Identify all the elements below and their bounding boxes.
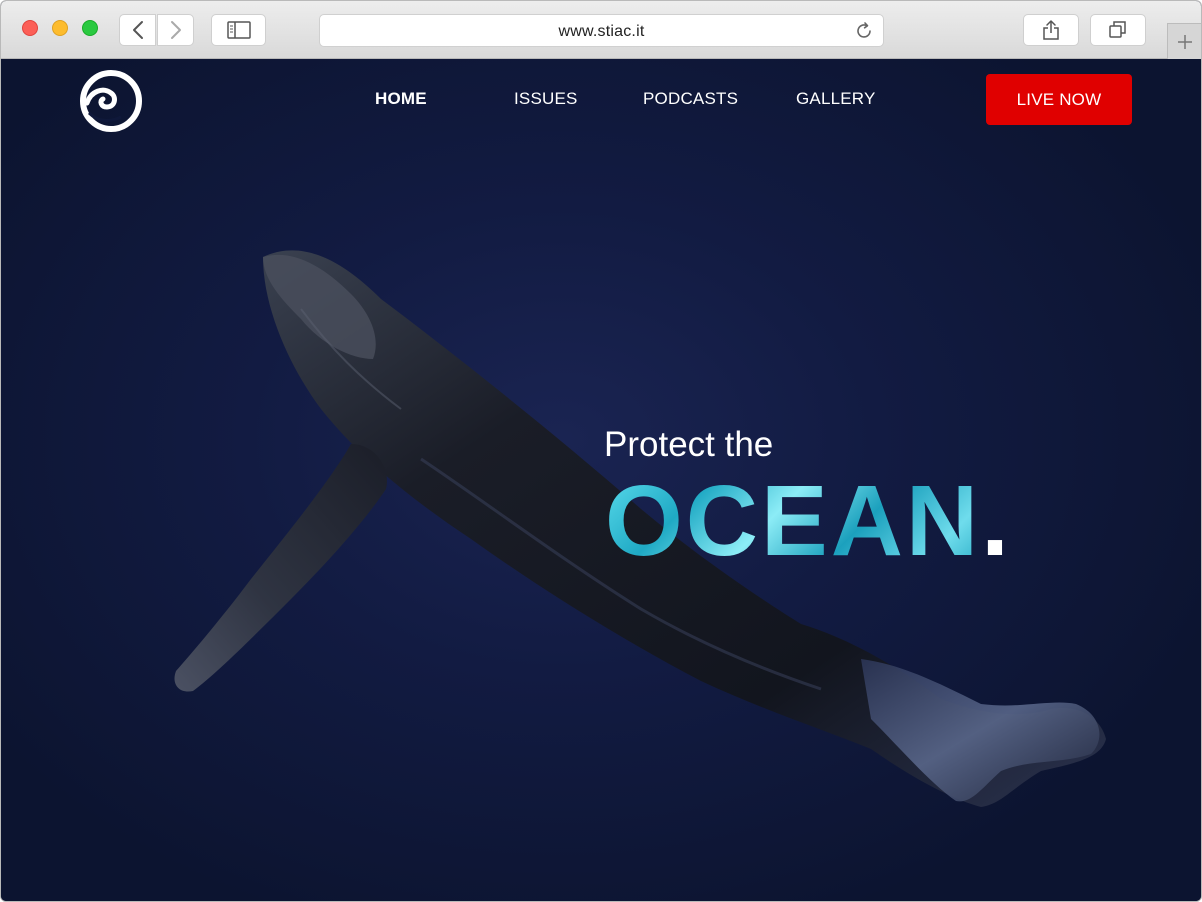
- hero-kicker: Protect the: [604, 425, 774, 464]
- chevron-left-icon: [132, 21, 143, 39]
- plus-icon: [1177, 34, 1192, 49]
- browser-window: www.stiac.it HOME ISSUES PODCASTS GALLER…: [0, 0, 1202, 902]
- sidebar-button[interactable]: [211, 14, 266, 46]
- zoom-window-button[interactable]: [82, 20, 98, 36]
- reload-icon[interactable]: [854, 21, 874, 41]
- back-button[interactable]: [119, 14, 156, 46]
- wave-logo-icon[interactable]: [79, 69, 143, 133]
- tabs-icon: [1109, 21, 1126, 38]
- share-icon: [1043, 20, 1059, 40]
- browser-toolbar: www.stiac.it: [1, 1, 1201, 59]
- hero-title: OCEAN.: [605, 471, 1012, 571]
- sidebar-icon: [226, 21, 251, 39]
- web-page: HOME ISSUES PODCASTS GALLERY LIVE NOW Pr…: [1, 59, 1201, 901]
- whale-illustration: [174, 250, 1106, 808]
- chevron-right-icon: [170, 21, 181, 39]
- nav-item-podcasts[interactable]: PODCASTS: [643, 89, 738, 109]
- nav-item-gallery[interactable]: GALLERY: [796, 89, 876, 109]
- nav-item-home[interactable]: HOME: [375, 89, 427, 109]
- address-bar[interactable]: www.stiac.it: [319, 14, 884, 47]
- new-tab-button[interactable]: [1167, 23, 1201, 59]
- nav-item-issues[interactable]: ISSUES: [514, 89, 578, 109]
- forward-button[interactable]: [157, 14, 194, 46]
- url-text: www.stiac.it: [558, 23, 645, 40]
- live-now-button[interactable]: LIVE NOW: [986, 74, 1132, 125]
- minimize-window-button[interactable]: [52, 20, 68, 36]
- hero-title-word: OCEAN: [605, 465, 982, 577]
- share-button[interactable]: [1023, 14, 1079, 46]
- show-tabs-button[interactable]: [1090, 14, 1146, 46]
- hero-title-dot: .: [981, 465, 1012, 577]
- close-window-button[interactable]: [22, 20, 38, 36]
